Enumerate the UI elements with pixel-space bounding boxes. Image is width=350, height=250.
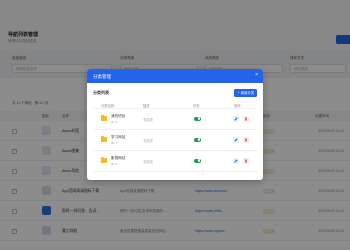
modal-title: 分类管理 — [93, 73, 111, 79]
add-category-button[interactable]: + 新增分类 — [234, 88, 257, 97]
plus-icon: + — [237, 90, 240, 95]
edit-button[interactable] — [233, 115, 239, 122]
folder-icon — [101, 114, 107, 121]
category-name: 我的项目 — [111, 114, 126, 118]
category-description: 无描述 — [143, 118, 153, 122]
category-id: ID: 3 — [111, 161, 118, 166]
trash-icon — [244, 159, 248, 163]
category-row: 学习网站 ID: 2 无描述 — [93, 130, 257, 151]
category-name: 影视网站 — [111, 156, 126, 160]
edit-button[interactable] — [233, 157, 239, 164]
category-description: 无描述 — [143, 139, 153, 143]
delete-button[interactable] — [243, 136, 249, 143]
column-header: 操作 — [234, 103, 241, 108]
folder-icon — [101, 135, 107, 142]
category-id: ID: 2 — [111, 140, 118, 145]
category-description: 无描述 — [143, 160, 153, 164]
status-toggle[interactable] — [194, 116, 201, 121]
delete-button[interactable] — [243, 157, 249, 164]
pencil-icon — [234, 137, 238, 142]
trash-icon — [244, 138, 248, 142]
edit-button[interactable] — [233, 136, 239, 143]
modal-header: 分类管理 × — [87, 69, 263, 83]
category-row: 我的项目 ID: 1 无描述 — [93, 109, 257, 130]
list-title: 分类列表 — [93, 90, 109, 95]
delete-button[interactable] — [243, 115, 249, 122]
column-header: 描述 — [143, 103, 150, 108]
folder-icon — [101, 156, 107, 163]
add-category-label: 新增分类 — [240, 91, 254, 95]
category-name: 学习网站 — [111, 135, 126, 139]
category-id: ID: 1 — [111, 119, 118, 124]
category-table-header: 分类名称 描述 状态 操作 — [93, 101, 257, 109]
pencil-icon — [234, 158, 238, 163]
status-toggle[interactable] — [194, 137, 201, 142]
category-row: 影视网站 ID: 3 无描述 — [93, 151, 257, 172]
column-header: 状态 — [193, 103, 200, 108]
status-toggle[interactable] — [194, 158, 201, 163]
category-management-modal: 分类管理 × 分类列表 + 新增分类 分类名称 描述 状态 操作 我的项目 ID… — [87, 69, 263, 180]
close-icon[interactable]: × — [255, 72, 258, 78]
pencil-icon — [234, 116, 238, 121]
column-header: 分类名称 — [101, 103, 115, 108]
trash-icon — [244, 117, 248, 121]
